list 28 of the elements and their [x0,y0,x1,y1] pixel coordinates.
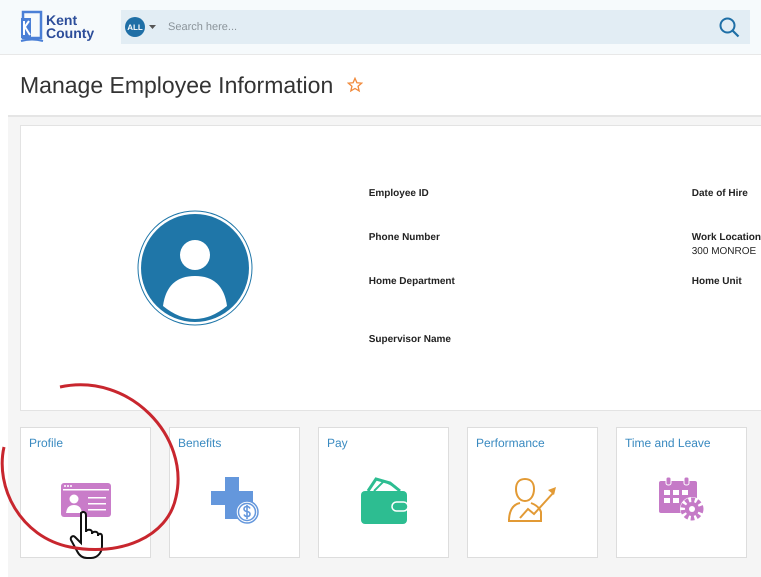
wallet-icon [360,474,408,524]
nav-tile[interactable]: Pay [318,427,449,558]
field-label: Date of Hire [692,188,749,199]
nav-tile[interactable]: Benefits [169,427,300,558]
field-label: Supervisor Name [368,334,452,345]
nav-tile[interactable]: Profile [20,427,151,558]
id-card-icon [60,482,112,518]
field-value: 300 MONROE [692,246,758,257]
logo-icon [20,10,44,44]
hand-cursor-icon [69,510,103,560]
search-field[interactable]: ALL Search here... [121,10,750,44]
field-label: Employee ID [368,188,430,199]
caret-icon [149,25,156,29]
page-title: Manage Employee Information [20,72,334,98]
nav-tile[interactable]: Time and Leave [616,427,747,558]
field-label: Home Unit [692,276,743,287]
avatar-icon [136,210,253,326]
search-icon[interactable] [719,16,740,38]
person-growth-icon [508,476,558,522]
field-label: Work Location [692,232,761,243]
field-label: Phone Number [368,232,441,243]
star-icon[interactable] [347,77,364,93]
nav-tile[interactable]: Performance [467,427,598,558]
field-label: Home Department [368,276,456,287]
calendar-gear-icon [658,476,706,522]
logo-text: Kent [46,14,78,27]
medical-cross-icon [208,476,260,524]
logo-text: County [46,27,94,40]
